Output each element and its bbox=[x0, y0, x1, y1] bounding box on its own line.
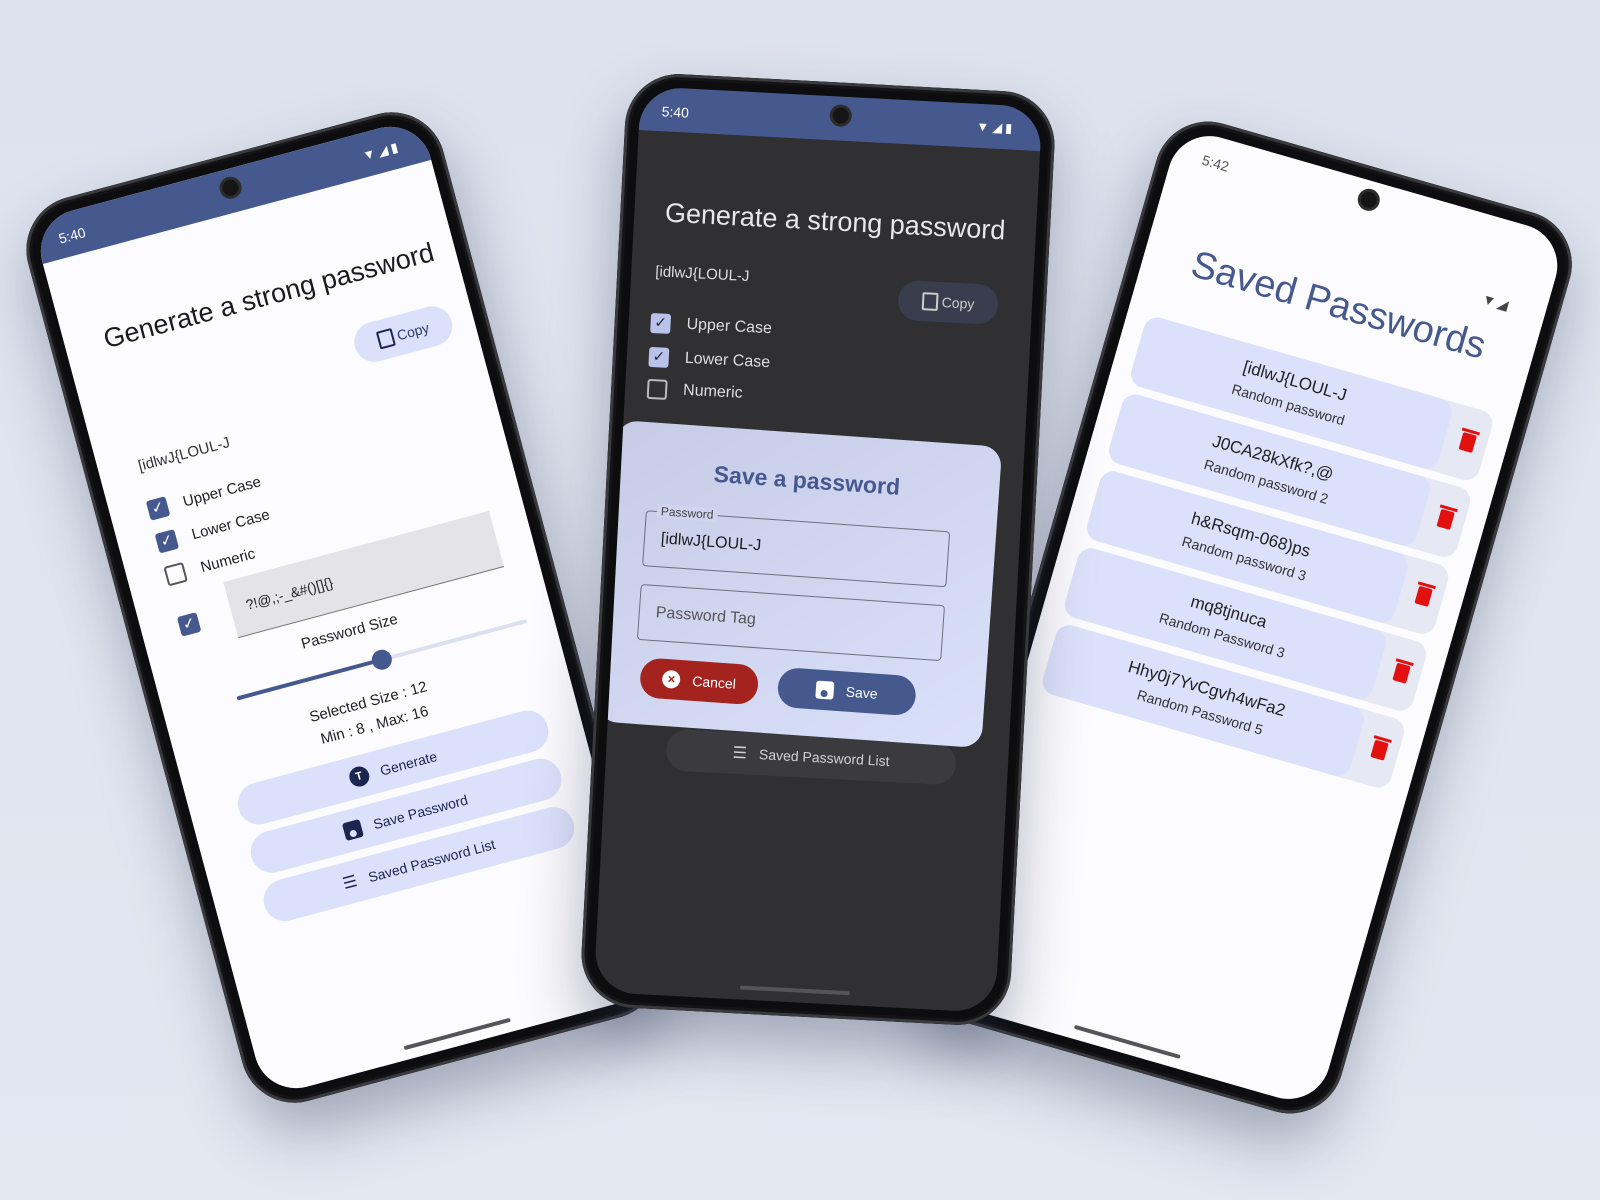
cancel-label: Cancel bbox=[691, 672, 737, 692]
password-field[interactable]: Password [idlwJ{LOUL-J bbox=[642, 503, 951, 588]
save-label: Save bbox=[845, 683, 879, 702]
option-upper-case[interactable]: ✓ Upper Case bbox=[650, 312, 773, 339]
generated-password: [idlwJ{LOUL-J bbox=[136, 434, 232, 475]
status-icons: ▼◢▮ bbox=[360, 138, 403, 164]
option-label: Upper Case bbox=[180, 472, 263, 510]
generator-screen: 5:40 ▼◢▮ Generate a strong password Copy… bbox=[31, 117, 655, 1098]
checkbox-upper-case[interactable]: ✓ bbox=[650, 312, 672, 334]
generate-icon: T bbox=[346, 764, 372, 789]
save-password-dialog: Save a password Password [idlwJ{LOUL-J P… bbox=[597, 420, 1003, 749]
option-label: Upper Case bbox=[686, 315, 773, 338]
password-field-value: [idlwJ{LOUL-J bbox=[660, 530, 762, 555]
checkbox-numeric[interactable] bbox=[163, 561, 188, 587]
password-tag-field[interactable]: Password Tag bbox=[636, 584, 946, 662]
saved-list-label: Saved Password List bbox=[758, 746, 890, 770]
option-special[interactable]: ✓ bbox=[176, 612, 202, 637]
option-label: Numeric bbox=[198, 544, 257, 576]
status-time: 5:40 bbox=[661, 103, 690, 121]
option-label: Numeric bbox=[682, 381, 744, 402]
save-icon bbox=[815, 680, 835, 700]
generate-label: Generate bbox=[378, 748, 439, 779]
checkbox-lower-case[interactable]: ✓ bbox=[154, 529, 180, 554]
copy-label: Copy bbox=[941, 294, 975, 312]
option-label: Lower Case bbox=[684, 349, 771, 372]
slider-thumb[interactable] bbox=[369, 647, 395, 672]
option-lower-case[interactable]: ✓ Lower Case bbox=[648, 346, 771, 373]
status-icons: ▼◢ bbox=[1480, 290, 1513, 314]
trash-icon[interactable] bbox=[1436, 508, 1455, 530]
list-icon: ☰ bbox=[341, 872, 360, 894]
option-label: Lower Case bbox=[189, 505, 272, 543]
trash-icon[interactable] bbox=[1370, 739, 1389, 761]
checkbox-numeric[interactable] bbox=[646, 378, 668, 400]
phone-save-dialog: 5:40 ▼◢▮ Generate a strong password [idl… bbox=[578, 71, 1058, 1028]
checkbox-upper-case[interactable]: ✓ bbox=[145, 496, 171, 521]
trash-icon[interactable] bbox=[1414, 585, 1433, 607]
trash-icon[interactable] bbox=[1392, 662, 1411, 684]
checkbox-lower-case[interactable]: ✓ bbox=[648, 346, 670, 368]
trash-icon[interactable] bbox=[1458, 431, 1477, 454]
checkbox-special[interactable]: ✓ bbox=[176, 612, 202, 637]
cancel-button[interactable]: × Cancel bbox=[638, 657, 760, 706]
list-icon: ☰ bbox=[732, 744, 748, 763]
copy-icon bbox=[921, 292, 939, 311]
cancel-icon: × bbox=[661, 669, 682, 689]
password-field-label: Password bbox=[656, 503, 718, 523]
option-numeric[interactable]: Numeric bbox=[646, 378, 744, 404]
copy-label: Copy bbox=[395, 319, 431, 344]
status-time: 5:42 bbox=[1200, 151, 1231, 175]
page-title: Generate a strong password bbox=[664, 197, 1007, 246]
copy-button[interactable]: Copy bbox=[897, 279, 1000, 326]
dialog-title: Save a password bbox=[712, 460, 901, 500]
save-icon bbox=[342, 818, 365, 841]
status-time: 5:40 bbox=[56, 224, 88, 247]
copy-icon bbox=[375, 328, 396, 350]
phone-generator: 5:40 ▼◢▮ Generate a strong password Copy… bbox=[14, 100, 672, 1115]
save-password-label: Save Password bbox=[371, 791, 470, 833]
generated-password: [idlwJ{LOUL-J bbox=[654, 263, 750, 286]
status-icons: ▼◢▮ bbox=[975, 118, 1016, 136]
dialog-screen: 5:40 ▼◢▮ Generate a strong password [idl… bbox=[593, 86, 1043, 1013]
password-tag-placeholder: Password Tag bbox=[655, 604, 757, 629]
saved-list-label: Saved Password List bbox=[366, 836, 497, 886]
copy-button[interactable]: Copy bbox=[349, 301, 457, 367]
save-button[interactable]: Save bbox=[776, 666, 918, 717]
